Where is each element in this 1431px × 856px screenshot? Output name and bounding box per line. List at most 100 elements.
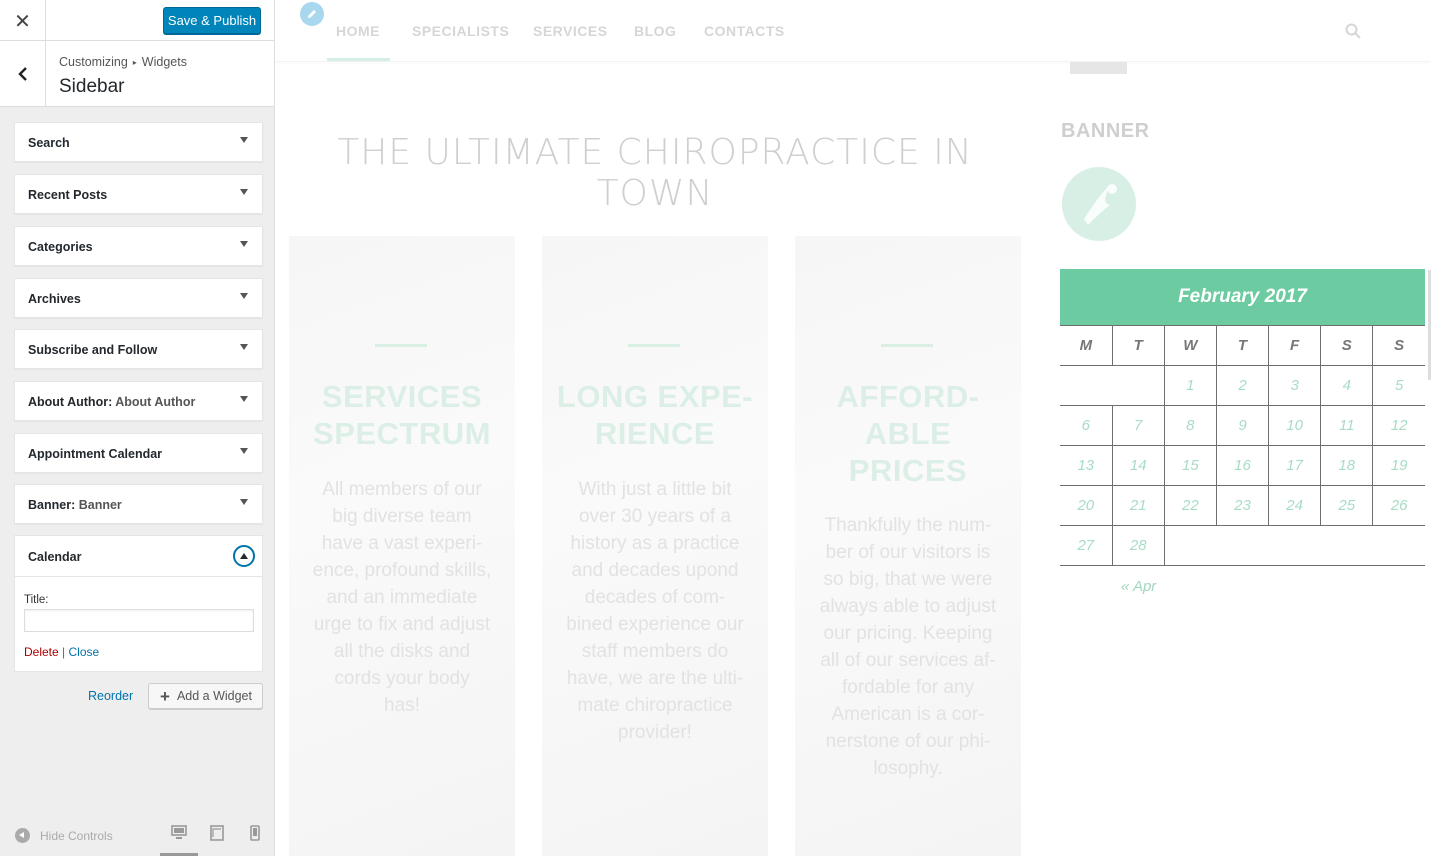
nav-services[interactable]: SERVICES <box>533 23 608 39</box>
reorder-link[interactable]: Reorder <box>88 689 133 703</box>
nav-home[interactable]: HOME <box>336 23 380 39</box>
nav-contacts[interactable]: CONTACTS <box>704 23 785 39</box>
calendar-day: 16 <box>1215 445 1270 486</box>
hide-controls-button[interactable]: Hide Controls <box>15 828 113 843</box>
calendar-day: 18 <box>1320 445 1374 486</box>
widget-search[interactable]: Search <box>14 122 263 162</box>
calendar-day: 28 <box>1111 525 1165 566</box>
card-accent-bar <box>375 344 427 347</box>
calendar-table: M T W T F S S 1 2 3 4 5 6 7 8 9 10 11 12 13 14 15 16 17 18 19 20 21… <box>1060 325 1425 566</box>
customizer-footer: Hide Controls <box>0 815 274 856</box>
chevron-down-icon[interactable] <box>240 241 248 247</box>
calendar-weekday-row: MTWTFSS <box>1060 325 1425 366</box>
widget-label: About Author: About Author <box>28 395 195 409</box>
hide-controls-label: Hide Controls <box>40 828 113 843</box>
slider-indicator <box>1070 62 1127 74</box>
nav-specialists[interactable]: SPECIALISTS <box>412 23 509 39</box>
calendar-month-caption: February 2017 <box>1060 269 1425 325</box>
calendar-day: 10 <box>1268 405 1322 446</box>
widget-label: Subscribe and Follow <box>28 343 158 357</box>
calendar-empty-cell <box>1164 525 1425 566</box>
widget-calendar-header[interactable]: Calendar <box>15 536 262 577</box>
calendar-day: 22 <box>1163 485 1217 526</box>
chevron-down-icon[interactable] <box>240 448 248 454</box>
card-text: With just a little bit over 30 years of … <box>566 479 744 743</box>
calendar-day: 26 <box>1372 485 1425 526</box>
banner-widget-title: BANNER <box>1061 120 1150 142</box>
calendar-day: 15 <box>1163 445 1217 486</box>
calendar-weekday: W <box>1163 325 1217 366</box>
calendar-prev-month-link[interactable]: « Apr <box>1121 578 1156 595</box>
calendar-day: 2 <box>1215 365 1270 406</box>
title-field[interactable] <box>24 609 254 632</box>
breadcrumb-current: Widgets <box>141 55 187 69</box>
calendar-weekday: S <box>1320 325 1374 366</box>
site-preview: HOME SPECIALISTS SERVICES BLOG CONTACTS … <box>275 0 1431 856</box>
widget-archives[interactable]: Archives <box>14 278 263 318</box>
close-customizer-button[interactable]: ✕ <box>0 0 46 41</box>
collapse-widget-toggle[interactable] <box>233 545 255 567</box>
nav-active-underline <box>327 58 390 61</box>
back-button[interactable] <box>0 41 46 106</box>
chevron-down-icon[interactable] <box>240 189 248 195</box>
card-title: SERVICES SPECTRUM <box>313 379 491 451</box>
calendar-weekday: M <box>1060 325 1113 366</box>
save-publish-button[interactable]: Save & Publish <box>163 7 261 34</box>
breadcrumb: Customizing ▸ Widgets <box>59 55 187 69</box>
chevron-up-icon <box>240 553 248 559</box>
chevron-down-icon[interactable] <box>240 293 248 299</box>
breadcrumb-separator: ▸ <box>132 58 137 67</box>
add-widget-button[interactable]: + Add a Widget <box>148 683 263 709</box>
calendar-day: 5 <box>1372 365 1425 406</box>
widget-categories[interactable]: Categories <box>14 226 263 266</box>
desktop-icon <box>171 825 187 839</box>
action-separator: | <box>62 645 66 659</box>
banner-logo-icon <box>1084 184 1117 225</box>
chevron-down-icon[interactable] <box>240 137 248 143</box>
calendar-week-row: 27 28 <box>1060 525 1425 566</box>
widget-label: Recent Posts <box>28 188 108 202</box>
tablet-preview-button[interactable] <box>210 825 224 846</box>
card-title: AFFORD- ABLE PRICES <box>836 379 980 488</box>
calendar-day: 4 <box>1320 365 1374 406</box>
add-widget-label: Add a Widget <box>176 689 252 703</box>
desktop-preview-button[interactable] <box>171 825 187 845</box>
chevron-down-icon[interactable] <box>240 499 248 505</box>
widget-about-author[interactable]: About Author: About Author <box>14 381 263 421</box>
edit-shortcut-button[interactable] <box>300 2 324 26</box>
mobile-preview-button[interactable] <box>250 825 260 846</box>
calendar-day: 13 <box>1060 445 1113 486</box>
calendar-day: 7 <box>1111 405 1165 446</box>
widget-calendar-expanded: Calendar Title: Delete | Close <box>14 535 263 672</box>
card-text: Thankfully the num- ber of our visitors … <box>819 515 997 779</box>
widget-subscribe-follow[interactable]: Subscribe and Follow <box>14 329 263 369</box>
calendar-empty-cell <box>1060 365 1165 406</box>
site-search-button[interactable] <box>1345 23 1361 44</box>
widget-banner[interactable]: Banner: Banner <box>14 484 263 524</box>
nav-blog[interactable]: BLOG <box>634 23 676 39</box>
calendar-day: 14 <box>1111 445 1165 486</box>
delete-widget-link[interactable]: Delete <box>24 645 59 659</box>
mobile-icon <box>250 825 260 841</box>
feature-card: SERVICES SPECTRUM All members of our big… <box>289 236 515 856</box>
close-widget-link[interactable]: Close <box>69 645 100 659</box>
banner-logo[interactable] <box>1062 167 1136 241</box>
plus-icon: + <box>160 686 170 706</box>
customizer-header: ✕ Save & Publish <box>0 0 274 41</box>
widget-type: About Author: <box>28 395 113 409</box>
calendar-day: 11 <box>1320 405 1374 446</box>
chevron-down-icon[interactable] <box>240 396 248 402</box>
widget-appointment-calendar[interactable]: Appointment Calendar <box>14 433 263 473</box>
tablet-icon <box>210 825 224 841</box>
widget-actions: Delete | Close <box>24 645 99 659</box>
widget-recent-posts[interactable]: Recent Posts <box>14 174 263 214</box>
widget-label: Calendar <box>28 550 82 564</box>
calendar-day: 8 <box>1163 405 1217 446</box>
calendar-day: 12 <box>1372 405 1425 446</box>
feature-card: LONG EXPE- RIENCE With just a little bit… <box>542 236 768 856</box>
widget-title: Banner <box>78 498 122 512</box>
section-header: Customizing ▸ Widgets Sidebar <box>0 41 274 107</box>
card-accent-bar <box>628 344 680 347</box>
close-icon: ✕ <box>14 8 31 33</box>
chevron-down-icon[interactable] <box>240 344 248 350</box>
